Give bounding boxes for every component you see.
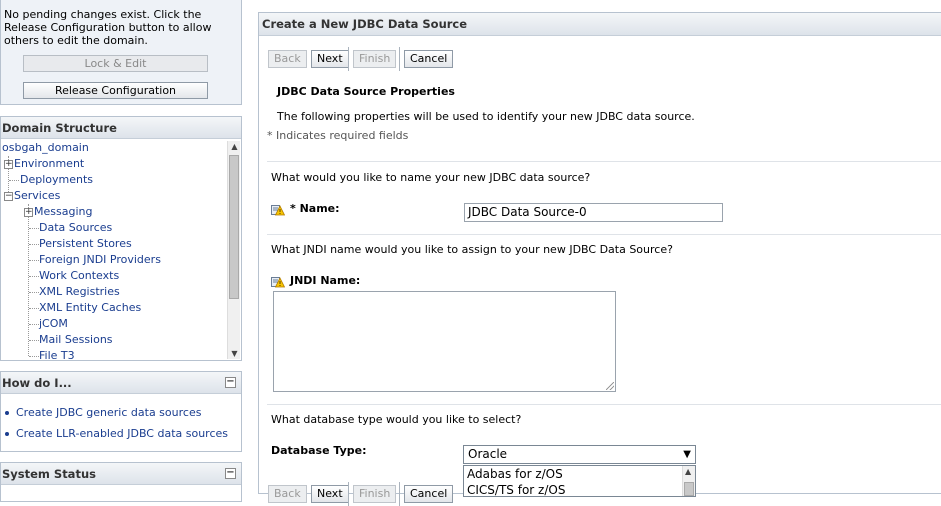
db-type-select[interactable]: Oracle ▼ [463,445,696,464]
system-status-panel: System Status − [0,462,242,502]
collapse-icon[interactable]: − [225,377,236,388]
help-warning-icon[interactable] [271,202,285,216]
change-center-message: No pending changes exist. Click the Rele… [4,8,212,47]
jndi-name-label: JNDI Name: [290,274,361,287]
help-warning-icon[interactable] [271,274,285,288]
lock-edit-button[interactable]: Lock & Edit [23,55,208,72]
domain-tree: osbgah_domain +Environment Deployments −… [1,140,226,360]
expand-plus-icon[interactable]: + [24,208,33,217]
button-separator [348,47,349,71]
dropdown-scrollbar[interactable]: ▲ [682,466,695,496]
release-configuration-button[interactable]: Release Configuration [23,82,208,99]
page-title: Create a New JDBC Data Source [259,13,941,36]
tree-item-file-t3[interactable]: File T3 [39,348,75,360]
next-button-bottom[interactable]: Next [311,485,349,503]
tree-item-deployments[interactable]: Deployments [20,172,93,188]
button-separator [348,482,349,506]
expand-plus-icon[interactable]: + [4,160,13,169]
system-status-title: System Status [1,463,241,485]
finish-button-bottom[interactable]: Finish [353,485,397,503]
tree-item-mail-sessions[interactable]: Mail Sessions [39,332,113,348]
scroll-up-icon[interactable]: ▲ [685,467,691,476]
button-separator [399,482,400,506]
link-create-jdbc-generic[interactable]: Create JDBC generic data sources [1,402,228,423]
required-note: * Indicates required fields [267,129,409,142]
db-type-selected: Oracle [468,447,508,461]
jndi-question: What JNDI name would you like to assign … [271,243,673,256]
tree-scrollbar[interactable]: ▲ ▼ [227,141,240,359]
name-question: What would you like to name your new JDB… [271,171,591,184]
back-button[interactable]: Back [268,50,307,68]
link-create-llr-enabled[interactable]: Create LLR-enabled JDBC data sources [1,423,228,444]
how-do-i-panel: How do I... − Create JDBC generic data s… [0,371,242,452]
jndi-name-textarea[interactable] [273,291,616,392]
tree-item-data-sources[interactable]: Data Sources [39,220,112,236]
db-type-option[interactable]: Adabas for z/OS [464,466,695,482]
tree-item-xml-registries[interactable]: XML Registries [39,284,120,300]
tree-item-environment[interactable]: +Environment [4,156,84,172]
how-do-i-links: Create JDBC generic data sources Create … [1,402,228,444]
main-content-panel: Create a New JDBC Data Source Back Next … [258,12,941,506]
scroll-up-icon[interactable]: ▲ [230,142,239,151]
tree-item-xml-entity-caches[interactable]: XML Entity Caches [39,300,141,316]
chevron-down-icon[interactable]: ▼ [683,446,691,463]
tree-item-domain[interactable]: osbgah_domain [2,140,89,156]
scroll-down-icon[interactable]: ▼ [230,349,239,358]
tree-item-work-contexts[interactable]: Work Contexts [39,268,119,284]
tree-item-foreign-jndi-providers[interactable]: Foreign JNDI Providers [39,252,161,268]
divider [267,234,941,235]
how-do-i-title: How do I... [1,372,241,394]
tree-item-jcom[interactable]: jCOM [39,316,68,332]
scrollbar-thumb[interactable] [229,155,239,299]
back-button-bottom[interactable]: Back [268,485,307,503]
divider [267,404,941,405]
tree-item-messaging[interactable]: +Messaging [24,204,92,220]
divider [267,161,941,162]
cancel-button-bottom[interactable]: Cancel [404,485,454,503]
collapse-minus-icon[interactable]: − [4,192,13,201]
name-label: * Name: [290,202,340,215]
name-field[interactable]: JDBC Data Source-0 [464,203,723,222]
collapse-icon[interactable]: − [225,468,236,479]
resize-grip-icon[interactable] [606,382,614,390]
db-type-option[interactable]: CICS/TS for z/OS [464,482,695,496]
finish-button[interactable]: Finish [353,50,397,68]
button-separator [399,47,400,71]
db-type-label: Database Type: [271,444,367,457]
change-center-panel: No pending changes exist. Click the Rele… [0,0,242,105]
section-title: JDBC Data Source Properties [277,85,455,98]
db-type-dropdown-list[interactable]: Adabas for z/OS CICS/TS for z/OS ▲ [463,465,696,497]
db-type-question: What database type would you like to sel… [271,413,522,426]
cancel-button[interactable]: Cancel [404,50,454,68]
tree-item-persistent-stores[interactable]: Persistent Stores [39,236,132,252]
domain-structure-panel: Domain Structure osbgah_domain +Environm… [0,116,242,361]
domain-structure-title: Domain Structure [1,117,241,139]
tree-item-services[interactable]: −Services [4,188,60,204]
next-button[interactable]: Next [311,50,349,68]
intro-text: The following properties will be used to… [277,110,695,123]
